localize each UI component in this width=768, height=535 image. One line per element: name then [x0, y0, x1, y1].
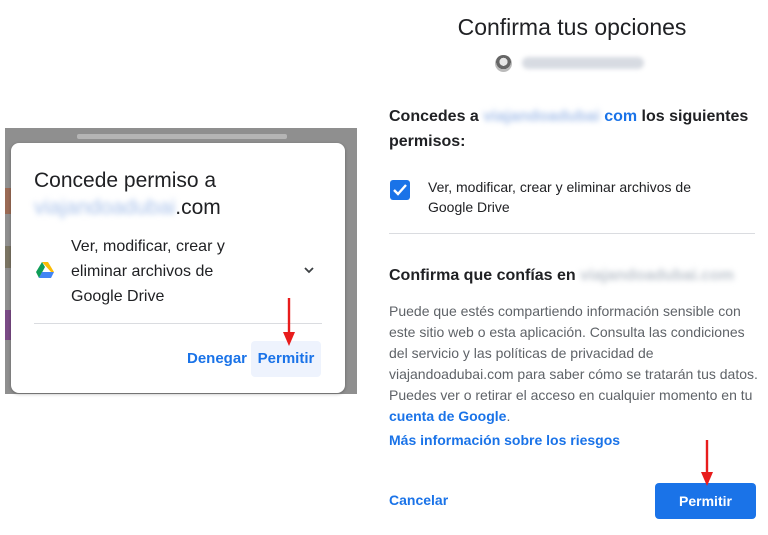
page-title: Confirma tus opciones	[457, 14, 687, 40]
permission-dialog: Concede permiso a viajandoadubai.com Ver…	[11, 143, 345, 393]
cancel-button[interactable]: Cancelar	[389, 492, 448, 508]
blurred-email	[522, 57, 644, 69]
blurred-site-name: viajandoadubai.com	[580, 267, 734, 284]
chevron-down-icon[interactable]	[303, 265, 315, 275]
grant-heading: Concedes a viajandoadubai com los siguie…	[389, 104, 759, 154]
checkmark-icon	[393, 184, 407, 196]
google-account-link[interactable]: cuenta de Google	[389, 408, 506, 424]
dialog-title: Concede permiso a viajandoadubai.com	[34, 169, 221, 219]
permission-description: Ver, modificar, crear y eliminar archivo…	[71, 238, 225, 305]
google-drive-icon	[36, 262, 54, 278]
red-arrow-down-icon	[283, 298, 295, 346]
background-text-line	[77, 134, 287, 139]
red-arrow-down-icon	[701, 440, 713, 486]
divider	[34, 323, 322, 324]
allow-button[interactable]: Permitir	[251, 341, 321, 377]
privacy-info-text: Puede que estés compartiendo información…	[389, 303, 758, 424]
permission-checkbox[interactable]	[390, 180, 410, 200]
trust-heading: Confirma que confías en viajandoadubai.c…	[389, 267, 734, 284]
risks-info-link[interactable]: Más información sobre los riesgos	[389, 432, 620, 448]
checkbox-label: Ver, modificar, crear y eliminar archivo…	[428, 179, 691, 215]
blurred-site-name: viajandoadubai	[34, 196, 176, 219]
deny-button[interactable]: Denegar	[183, 345, 251, 373]
divider	[389, 233, 755, 234]
avatar	[495, 55, 512, 72]
blurred-site-name: viajandoadubai	[483, 108, 600, 125]
allow-button[interactable]: Permitir	[655, 483, 756, 519]
